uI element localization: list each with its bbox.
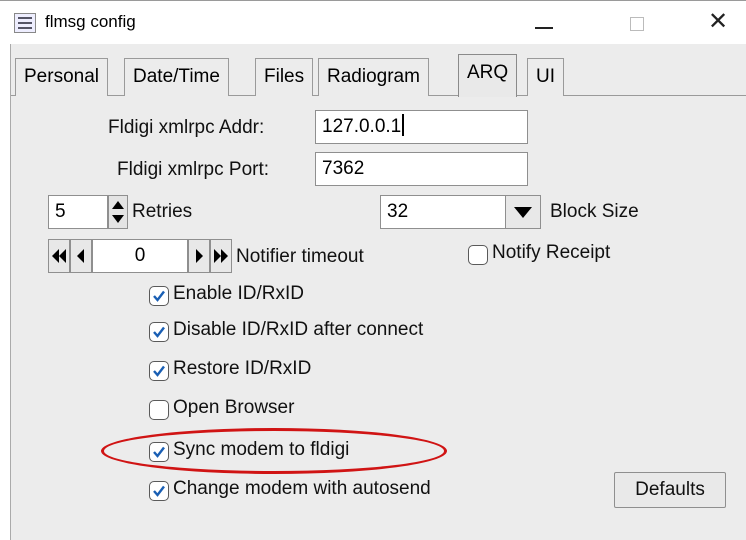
disable-id-rxid-after-connect-checkbox[interactable]: Disable ID/RxID after connect: [149, 318, 549, 346]
checkbox-box[interactable]: [149, 286, 169, 306]
checkbox-box[interactable]: [149, 400, 169, 420]
spin-up-icon[interactable]: [112, 201, 124, 209]
change-modem-with-autosend-checkbox[interactable]: Change modem with autosend: [149, 477, 549, 505]
block-size-dropdown-button[interactable]: [505, 195, 541, 229]
notifier-increment-button[interactable]: [188, 239, 210, 273]
retries-spinner[interactable]: [108, 195, 128, 229]
checkmark-icon: [153, 446, 165, 458]
window-title: flmsg config: [45, 12, 136, 31]
sync-modem-to-fldigi-checkbox[interactable]: Sync modem to fldigi: [149, 438, 449, 466]
open-browser-checkbox[interactable]: Open Browser: [149, 396, 449, 424]
tab-date-time[interactable]: Date/Time: [124, 58, 229, 96]
tab-bar: Personal Date/Time Files Radiogram ARQ U…: [11, 54, 746, 97]
checkbox-box[interactable]: [149, 442, 169, 462]
notifier-fast-increment-button[interactable]: [210, 239, 232, 273]
xmlrpc-port-input[interactable]: 7362: [315, 152, 528, 186]
minimize-button[interactable]: [520, 7, 572, 39]
retries-input[interactable]: 5: [48, 195, 108, 229]
tab-radiogram[interactable]: Radiogram: [318, 58, 429, 96]
close-button[interactable]: ✕: [692, 7, 744, 39]
notifier-fast-decrement-button[interactable]: [48, 239, 70, 273]
checkbox-box[interactable]: [468, 245, 488, 265]
checkbox-box[interactable]: [149, 361, 169, 381]
close-icon: ✕: [707, 8, 729, 35]
checkbox-box[interactable]: [149, 322, 169, 342]
tab-arq[interactable]: ARQ: [458, 54, 518, 97]
block-size-label: Block Size: [550, 201, 639, 222]
checkmark-icon: [153, 326, 165, 338]
checkbox-box[interactable]: [149, 481, 169, 501]
tab-files[interactable]: Files: [255, 58, 314, 96]
minimize-icon: [535, 27, 553, 29]
spin-down-icon[interactable]: [112, 215, 124, 223]
double-right-arrow-icon: [214, 249, 228, 263]
maximize-icon: [630, 17, 644, 31]
maximize-button[interactable]: [612, 7, 664, 39]
config-panel: Personal Date/Time Files Radiogram ARQ U…: [10, 44, 746, 540]
restore-id-rxid-checkbox[interactable]: Restore ID/RxID: [149, 357, 449, 385]
left-arrow-icon: [77, 249, 84, 263]
tab-ui[interactable]: UI: [527, 58, 564, 96]
checkmark-icon: [153, 290, 165, 302]
xmlrpc-port-label: Fldigi xmlrpc Port:: [117, 159, 270, 180]
dropdown-arrow-icon: [514, 207, 532, 218]
block-size-input[interactable]: 32: [380, 195, 506, 229]
defaults-button[interactable]: Defaults: [614, 472, 726, 508]
notify-receipt-checkbox[interactable]: Notify Receipt: [468, 241, 668, 269]
title-bar: flmsg config ✕: [0, 0, 746, 44]
notifier-decrement-button[interactable]: [70, 239, 92, 273]
notifier-timeout-input[interactable]: 0: [92, 239, 188, 273]
checkmark-icon: [153, 485, 165, 497]
double-left-arrow-icon: [52, 249, 66, 263]
xmlrpc-addr-label: Fldigi xmlrpc Addr:: [108, 117, 265, 138]
tab-personal[interactable]: Personal: [15, 58, 108, 96]
app-icon[interactable]: [14, 13, 36, 33]
checkmark-icon: [153, 365, 165, 377]
xmlrpc-addr-input[interactable]: 127.0.0.1: [315, 110, 528, 144]
right-arrow-icon: [196, 249, 203, 263]
notifier-timeout-label: Notifier timeout: [236, 246, 364, 267]
retries-label: Retries: [132, 201, 193, 222]
enable-id-rxid-checkbox[interactable]: Enable ID/RxID: [149, 282, 449, 310]
